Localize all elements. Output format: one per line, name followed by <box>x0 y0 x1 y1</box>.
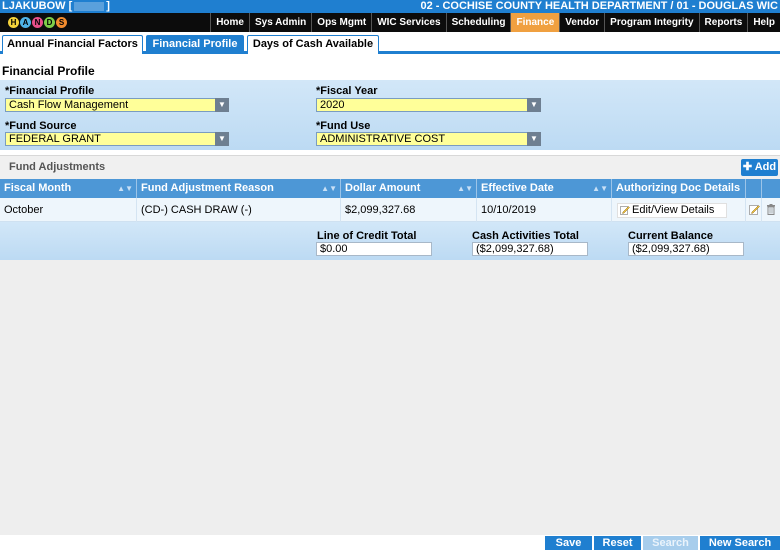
menu-home[interactable]: Home <box>210 13 249 32</box>
fund-use-value: ADMINISTRATIVE COST <box>320 133 446 145</box>
column-header-fiscal-month[interactable]: Fiscal Month ▲▼ <box>0 179 137 198</box>
column-header-label: Authorizing Doc Details <box>616 182 741 194</box>
fund-adjustments-grid-header: Fiscal Month ▲▼ Fund Adjustment Reason ▲▼ … <box>0 179 780 198</box>
plus-icon: ✚ <box>742 161 753 173</box>
column-header-label: Fund Adjustment Reason <box>141 182 274 194</box>
cell-edit <box>746 198 762 222</box>
menu-help[interactable]: Help <box>747 13 780 32</box>
fiscal-year-label: *Fiscal Year <box>316 85 378 97</box>
column-header-authorizing-doc-details: Authorizing Doc Details <box>612 179 746 198</box>
column-header-edit <box>746 179 762 198</box>
menu-sys-admin[interactable]: Sys Admin <box>248 13 311 32</box>
action-bar: Save Reset Search New Search <box>0 535 780 550</box>
tab-strip: Annual Financial Factors Financial Profi… <box>0 35 780 54</box>
menu-bar: Home Sys Admin Ops Mgmt WIC Services Sch… <box>210 13 780 32</box>
column-header-label: Fiscal Month <box>4 182 72 194</box>
edit-view-details-label: Edit/View Details <box>632 204 715 216</box>
cell-fund-adjustment-reason: (CD-) CASH DRAW (-) <box>137 198 341 222</box>
line-of-credit-total-label: Line of Credit Total <box>317 230 417 242</box>
reset-button[interactable]: Reset <box>594 536 641 550</box>
fiscal-year-select[interactable]: 2020 ▼ <box>316 98 541 112</box>
tab-days-of-cash-available[interactable]: Days of Cash Available <box>247 35 379 54</box>
menu-reports[interactable]: Reports <box>698 13 748 32</box>
cell-dollar-amount: $2,099,327.68 <box>341 198 477 222</box>
sort-icon[interactable]: ▲▼ <box>457 179 473 198</box>
column-header-delete <box>762 179 780 198</box>
line-of-credit-total-field: $0.00 <box>316 242 432 256</box>
content-empty-area <box>0 260 780 535</box>
pencil-icon <box>620 206 630 215</box>
logo-letter-a: A <box>20 17 31 28</box>
user-id-masked <box>74 1 105 11</box>
sort-icon[interactable]: ▲▼ <box>592 179 608 198</box>
fund-source-select[interactable]: FEDERAL GRANT ▼ <box>5 132 229 146</box>
cash-activities-total-field: ($2,099,327.68) <box>472 242 588 256</box>
logo-letter-s: S <box>56 17 67 28</box>
financial-profile-value: Cash Flow Management <box>9 99 129 111</box>
search-button[interactable]: Search <box>643 536 698 550</box>
column-header-effective-date[interactable]: Effective Date ▲▼ <box>477 179 612 198</box>
menu-program-integrity[interactable]: Program Integrity <box>604 13 698 32</box>
tab-financial-profile[interactable]: Financial Profile <box>146 35 244 54</box>
menu-ops-mgmt[interactable]: Ops Mgmt <box>311 13 371 32</box>
financial-profile-label: *Financial Profile <box>5 85 95 97</box>
menu-scheduling[interactable]: Scheduling <box>445 13 511 32</box>
tab-annual-financial-factors[interactable]: Annual Financial Factors <box>2 35 143 54</box>
column-header-label: Effective Date <box>481 182 554 194</box>
save-button[interactable]: Save <box>545 536 592 550</box>
trash-icon[interactable] <box>766 204 776 215</box>
logo-letter-d: D <box>44 17 55 28</box>
fund-use-select[interactable]: ADMINISTRATIVE COST ▼ <box>316 132 541 146</box>
edit-icon[interactable] <box>749 204 760 215</box>
sort-icon[interactable]: ▲▼ <box>321 179 337 198</box>
column-header-dollar-amount[interactable]: Dollar Amount ▲▼ <box>341 179 477 198</box>
new-search-button[interactable]: New Search <box>700 536 780 550</box>
top-header: LJAKUBOW [] 02 - COCHISE COUNTY HEALTH D… <box>0 0 780 13</box>
cell-delete <box>762 198 780 222</box>
chevron-down-icon[interactable]: ▼ <box>527 98 541 112</box>
fund-use-label: *Fund Use <box>316 120 371 132</box>
financial-profile-form: *Financial Profile Cash Flow Management … <box>0 80 780 150</box>
fund-adjustments-title: Fund Adjustments <box>9 161 106 173</box>
chevron-down-icon[interactable]: ▼ <box>215 132 229 146</box>
fund-source-label: *Fund Source <box>5 120 77 132</box>
add-button-label: Add <box>754 161 777 173</box>
table-row[interactable]: October (CD-) CASH DRAW (-) $2,099,327.6… <box>0 198 780 222</box>
logo-letter-n: N <box>32 17 43 28</box>
fund-source-value: FEDERAL GRANT <box>9 133 101 145</box>
cash-activities-total-label: Cash Activities Total <box>472 230 579 242</box>
fund-adjustments-header: Fund Adjustments ✚ Add <box>0 155 780 179</box>
fiscal-year-value: 2020 <box>320 99 345 111</box>
cell-effective-date: 10/10/2019 <box>477 198 612 222</box>
menu-vendor[interactable]: Vendor <box>559 13 604 32</box>
user-name: LJAKUBOW [ <box>2 0 73 12</box>
logo-letter-h: H <box>8 17 19 28</box>
financial-profile-select[interactable]: Cash Flow Management ▼ <box>5 98 229 112</box>
user-info: LJAKUBOW [] <box>2 0 110 13</box>
page-title: Financial Profile <box>2 64 95 78</box>
cell-fiscal-month: October <box>0 198 137 222</box>
add-button[interactable]: ✚ Add <box>741 159 778 176</box>
menu-wic-services[interactable]: WIC Services <box>371 13 445 32</box>
column-header-label: Dollar Amount <box>345 182 421 194</box>
current-balance-label: Current Balance <box>628 230 713 242</box>
chevron-down-icon[interactable]: ▼ <box>527 132 541 146</box>
edit-view-details-button[interactable]: Edit/View Details <box>617 203 727 218</box>
hands-logo: H A N D S <box>8 14 67 31</box>
column-header-fund-adjustment-reason[interactable]: Fund Adjustment Reason ▲▼ <box>137 179 341 198</box>
main-nav: H A N D S Home Sys Admin Ops Mgmt WIC Se… <box>0 13 780 32</box>
totals-panel: Line of Credit Total $0.00 Cash Activiti… <box>0 222 780 260</box>
chevron-down-icon[interactable]: ▼ <box>215 98 229 112</box>
current-balance-field: ($2,099,327.68) <box>628 242 744 256</box>
user-bracket: ] <box>106 0 110 12</box>
menu-finance[interactable]: Finance <box>510 13 560 32</box>
sort-icon[interactable]: ▲▼ <box>117 179 133 198</box>
department-label: 02 - COCHISE COUNTY HEALTH DEPARTMENT / … <box>420 0 778 12</box>
